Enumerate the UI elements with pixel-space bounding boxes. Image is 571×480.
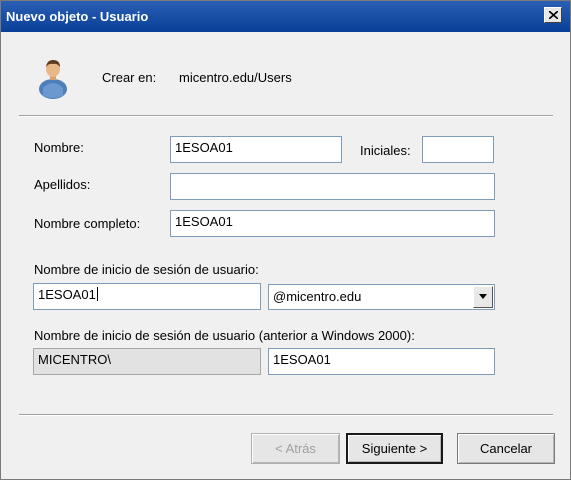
last-name-field[interactable] xyxy=(170,173,495,200)
cancel-button[interactable]: Cancelar xyxy=(457,433,555,464)
initials-field[interactable] xyxy=(422,136,494,163)
full-name-label: Nombre completo: xyxy=(34,216,141,231)
domain-select[interactable]: @micentro.edu xyxy=(268,284,495,310)
next-button[interactable]: Siguiente > xyxy=(346,433,443,464)
domain-select-arrow[interactable] xyxy=(473,286,493,308)
last-name-label: Apellidos: xyxy=(34,177,91,192)
logon-name-field[interactable]: 1ESOA01 xyxy=(33,283,261,310)
create-in-label: Crear en: xyxy=(102,70,157,85)
back-button[interactable]: < Atrás xyxy=(251,433,340,464)
close-icon xyxy=(549,11,558,19)
close-button[interactable] xyxy=(544,7,562,23)
separator-bottom xyxy=(19,414,553,416)
title-bar[interactable]: Nuevo objeto - Usuario xyxy=(1,1,570,32)
pre2000-label: Nombre de inicio de sesión de usuario (a… xyxy=(34,328,415,343)
logon-name-label: Nombre de inicio de sesión de usuario: xyxy=(34,262,259,277)
first-name-field[interactable]: 1ESOA01 xyxy=(170,136,342,163)
separator-top xyxy=(19,115,553,117)
first-name-label: Nombre: xyxy=(34,140,84,155)
text-cursor xyxy=(96,287,98,301)
window-title: Nuevo objeto - Usuario xyxy=(6,9,149,24)
pre2000-logon-field[interactable]: 1ESOA01 xyxy=(268,348,495,375)
new-user-dialog: Nuevo objeto - Usuario Crear en: micentr… xyxy=(0,0,571,480)
pre2000-domain-field: MICENTRO\ xyxy=(33,348,261,375)
initials-label: Iniciales: xyxy=(360,143,411,158)
chevron-down-icon xyxy=(479,294,487,299)
user-icon xyxy=(39,60,67,99)
full-name-field[interactable]: 1ESOA01 xyxy=(170,210,495,237)
domain-select-value: @micentro.edu xyxy=(273,289,362,304)
create-in-path: micentro.edu/Users xyxy=(179,70,292,85)
logon-name-value: 1ESOA01 xyxy=(38,287,96,302)
